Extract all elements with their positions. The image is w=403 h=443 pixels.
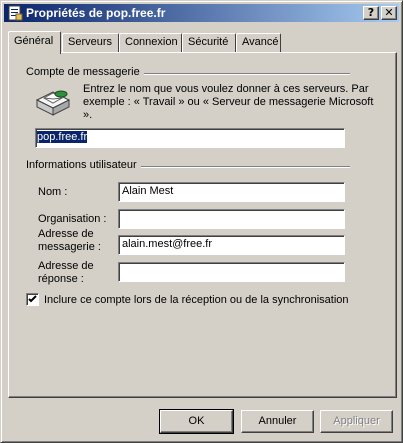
reply-label-line2: réponse : bbox=[38, 273, 84, 285]
mail-account-separator bbox=[132, 73, 350, 75]
include-account-label[interactable]: Inclure ce compte lors de la réception o… bbox=[44, 294, 349, 307]
mail-account-description: Entrez le nom que vous voulez donner à c… bbox=[83, 83, 374, 121]
tab-general[interactable]: Général bbox=[8, 31, 61, 54]
properties-icon bbox=[8, 5, 23, 21]
close-button[interactable]: ✕ bbox=[381, 6, 397, 20]
include-account-checkbox[interactable] bbox=[26, 293, 39, 306]
tab-security[interactable]: Sécurité bbox=[182, 33, 236, 52]
name-field[interactable]: Alain Mest bbox=[118, 182, 345, 202]
account-name-value: pop.free.fr bbox=[37, 131, 88, 143]
cancel-button[interactable]: Annuler bbox=[241, 410, 314, 433]
email-label-line2: messagerie : bbox=[38, 241, 101, 253]
close-icon: ✕ bbox=[384, 6, 394, 19]
ok-button[interactable]: OK bbox=[159, 409, 234, 434]
account-name-field[interactable]: pop.free.fr bbox=[35, 128, 345, 148]
reply-address-field[interactable] bbox=[118, 262, 345, 282]
email-label-line1: Adresse de bbox=[38, 228, 94, 240]
tab-servers[interactable]: Serveurs bbox=[62, 33, 119, 52]
properties-dialog: Propriétés de pop.free.fr ? ✕ Général Se… bbox=[0, 0, 403, 443]
general-tab-panel: Compte de messagerie Entrez le nom que v… bbox=[8, 52, 397, 398]
mail-account-icon bbox=[35, 90, 71, 116]
email-field[interactable]: alain.mest@free.fr bbox=[118, 235, 345, 255]
organization-field[interactable] bbox=[118, 209, 345, 229]
user-info-separator bbox=[139, 166, 350, 168]
tab-advanced[interactable]: Avancé bbox=[236, 33, 281, 52]
user-info-group-title: Informations utilisateur bbox=[26, 159, 141, 171]
checkmark-icon bbox=[28, 295, 37, 303]
name-label: Nom : bbox=[38, 186, 68, 198]
help-button[interactable]: ? bbox=[363, 6, 379, 20]
apply-button[interactable]: Appliquer bbox=[320, 410, 393, 433]
window-title: Propriétés de pop.free.fr bbox=[26, 6, 166, 20]
mail-account-group-title: Compte de messagerie bbox=[26, 66, 144, 78]
title-bar[interactable]: Propriétés de pop.free.fr ? ✕ bbox=[4, 4, 399, 22]
reply-label-line1: Adresse de bbox=[38, 260, 94, 272]
tab-connection[interactable]: Connexion bbox=[119, 33, 182, 52]
organization-label: Organisation : bbox=[38, 213, 107, 225]
